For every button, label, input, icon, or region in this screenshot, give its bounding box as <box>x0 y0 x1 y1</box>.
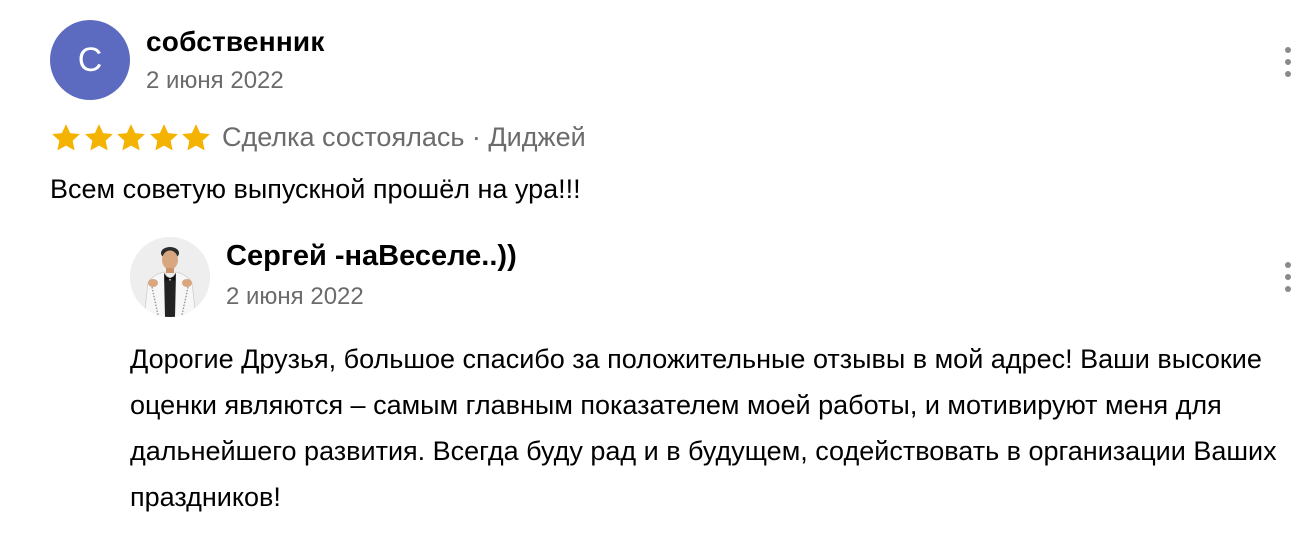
star-icon <box>117 124 145 151</box>
star-icon <box>182 124 210 151</box>
reviewer-avatar[interactable]: С <box>50 20 130 100</box>
owner-avatar[interactable] <box>130 237 210 317</box>
star-icon <box>84 124 113 151</box>
reply-text: Дорогие Друзья, большое спасибо за полож… <box>130 344 1277 512</box>
reply-more-icon[interactable] <box>1284 262 1292 292</box>
star-icon <box>52 124 80 151</box>
review-date: 2 июня 2022 <box>146 67 284 94</box>
star-icon <box>149 124 178 151</box>
reviewer-name[interactable]: собственник <box>146 26 325 58</box>
reply-date: 2 июня 2022 <box>226 283 364 310</box>
rating-stars <box>50 118 213 158</box>
deal-status: Сделка состоялась · Диджей <box>222 122 586 152</box>
review-text: Всем советую выпускной прошёл на ура!!! <box>50 174 581 204</box>
review-more-icon[interactable] <box>1284 47 1292 77</box>
owner-name[interactable]: Сергей -наВеселе..)) <box>226 240 517 273</box>
person-photo-icon <box>130 237 210 317</box>
